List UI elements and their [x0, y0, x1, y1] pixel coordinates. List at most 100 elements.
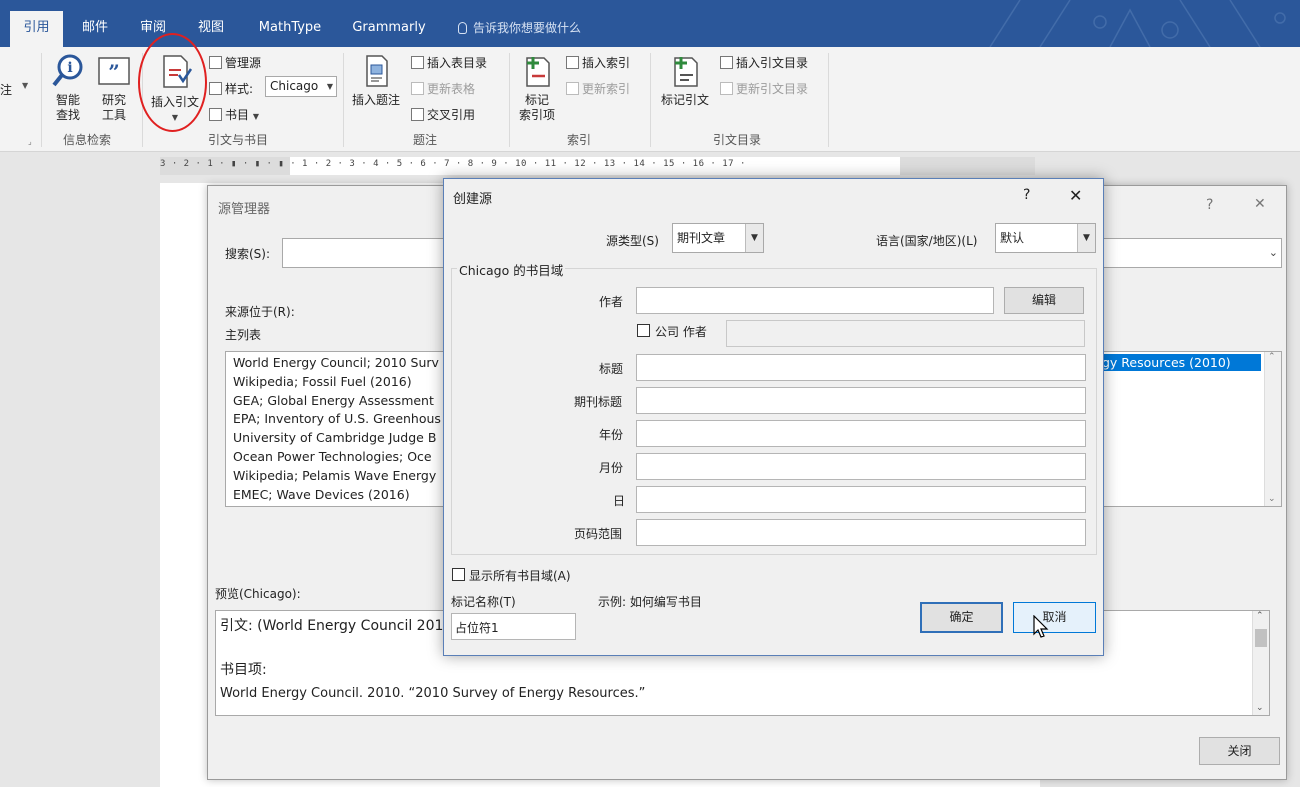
style-label-group: 样式:	[209, 80, 253, 97]
tab-view[interactable]: 视图	[188, 12, 234, 47]
list-item[interactable]: Wikipedia; Pelamis Wave Energy	[233, 467, 447, 486]
chevron-up-icon[interactable]: ⌃	[1256, 611, 1264, 621]
dropdown-arrow-icon[interactable]: ▼	[22, 81, 28, 90]
insert-caption-icon	[366, 55, 388, 87]
scrollbar-thumb[interactable]	[1255, 629, 1267, 647]
tab-mailings[interactable]: 邮件	[72, 12, 118, 47]
insert-table-of-figures-button[interactable]: 插入表目录	[411, 54, 487, 71]
group-label-captions: 题注	[413, 133, 438, 147]
mark-entry-icon	[526, 57, 550, 87]
list-item[interactable]: EMEC; Wave Devices (2016)	[233, 486, 447, 505]
svg-text:i: i	[67, 60, 72, 76]
chevron-down-icon: ▼	[171, 113, 179, 122]
research-label-1: 研究	[101, 93, 126, 107]
current-list[interactable]: gy Resources (2010) ⌃ ⌄	[1101, 351, 1282, 507]
group-label-citations: 引文与书目	[208, 133, 269, 147]
smart-lookup-label-1: 智能	[55, 93, 80, 107]
chevron-up-icon[interactable]: ⌃	[1268, 352, 1276, 362]
insert-index-button[interactable]: 插入索引	[566, 54, 630, 71]
separator	[509, 53, 510, 147]
year-input[interactable]	[636, 420, 1086, 447]
source-type-select[interactable]: 期刊文章 ▼	[672, 223, 764, 253]
researcher-button[interactable]: ” 研究 工具	[92, 53, 136, 123]
insert-table-of-authorities-button[interactable]: 插入引文目录	[720, 54, 808, 71]
quote-icon: ”	[98, 57, 130, 85]
page-range-input[interactable]	[636, 519, 1086, 546]
help-button[interactable]: ?	[1206, 197, 1213, 213]
insert-caption-button[interactable]: 插入题注	[347, 53, 405, 108]
tab-review[interactable]: 审阅	[130, 12, 176, 47]
list-item[interactable]: GEA; Global Energy Assessment	[233, 392, 447, 411]
help-button[interactable]: ?	[1023, 187, 1030, 203]
insert-citation-button[interactable]: 插入引文 ▼	[146, 53, 204, 125]
update-table-button[interactable]: 更新表格	[411, 80, 475, 97]
tell-me-search[interactable]: 告诉我你想要做什么	[458, 12, 581, 47]
separator	[41, 53, 42, 147]
language-label: 语言(国家/地区)(L)	[876, 234, 978, 248]
scrollbar[interactable]: ⌃ ⌄	[1252, 611, 1269, 715]
table-of-authorities-icon	[720, 56, 733, 69]
search-input[interactable]	[282, 238, 445, 268]
tab-mathtype[interactable]: MathType	[248, 12, 332, 47]
citation-style-select[interactable]: Chicago ▼	[265, 76, 337, 97]
group-label-research: 信息检索	[63, 133, 112, 147]
corporate-author-checkbox[interactable]	[637, 324, 650, 337]
corporate-author-input[interactable]	[726, 320, 1085, 347]
horizontal-ruler[interactable]: 3 · 2 · 1 · ▮ · ▮ · ▮ · 1 · 2 · 3 · 4 · …	[160, 157, 1035, 175]
ribbon: 注 ▼ i 智能 查找 ” 研究 工具 信息检索 ⌟ 插入引文 ▼ 管理源 样式…	[0, 47, 1300, 152]
svg-text:”: ”	[108, 60, 120, 84]
list-item[interactable]: Wikipedia; Fossil Fuel (2016)	[233, 373, 447, 392]
scrollbar[interactable]: ⌃ ⌄	[1264, 352, 1281, 506]
insert-citation-label: 插入引文	[150, 95, 199, 109]
cancel-button[interactable]: 取消	[1013, 602, 1096, 633]
chevron-down-icon: ⌄	[1268, 246, 1278, 259]
edit-author-button[interactable]: 编辑	[1004, 287, 1084, 314]
mark-citation-icon	[674, 57, 698, 87]
list-item[interactable]: EPA; Inventory of U.S. Greenhous	[233, 410, 447, 429]
separator	[828, 53, 829, 147]
language-select[interactable]: 默认 ▼	[995, 223, 1096, 253]
tag-name-input[interactable]: 占位符1	[451, 613, 576, 640]
list-item[interactable]: World Energy Council; 2010 Surv	[233, 354, 447, 373]
preview-label: 预览(Chicago):	[215, 587, 301, 601]
mark-entry-label-1: 标记	[524, 93, 549, 107]
chevron-down-icon[interactable]: ⌄	[1256, 703, 1264, 713]
cross-reference-label: 交叉引用	[427, 108, 476, 122]
cross-reference-button[interactable]: 交叉引用	[411, 106, 475, 123]
mark-entry-button[interactable]: 标记 索引项	[512, 53, 562, 123]
smart-lookup-button[interactable]: i 智能 查找	[46, 53, 90, 123]
magnifier-icon: i	[52, 54, 83, 87]
current-list-selected-item[interactable]: gy Resources (2010)	[1102, 354, 1261, 371]
journal-title-input[interactable]	[636, 387, 1086, 414]
close-button[interactable]: 关闭	[1199, 737, 1280, 765]
tab-grammarly[interactable]: Grammarly	[344, 12, 434, 47]
ok-button[interactable]: 确定	[920, 602, 1003, 633]
close-icon[interactable]: ✕	[1254, 196, 1266, 212]
tab-references[interactable]: 引用	[10, 11, 63, 47]
language-value: 默认	[1000, 231, 1025, 245]
lightbulb-icon	[458, 22, 467, 34]
day-input[interactable]	[636, 486, 1086, 513]
list-item[interactable]: University of Cambridge Judge B	[233, 429, 447, 448]
manage-sources-button[interactable]: 管理源	[209, 54, 261, 71]
title-input[interactable]	[636, 354, 1086, 381]
sort-select[interactable]: ⌄	[1101, 238, 1282, 268]
master-list[interactable]: World Energy Council; 2010 Surv Wikipedi…	[225, 351, 447, 507]
list-item[interactable]: Ocean Power Technologies; Oce	[233, 448, 447, 467]
bibliography-button[interactable]: 书目 ▼	[209, 106, 259, 123]
month-label: 月份	[599, 461, 624, 475]
update-index-button[interactable]: 更新索引	[566, 80, 630, 97]
show-all-fields-checkbox[interactable]	[452, 568, 465, 581]
chevron-down-icon[interactable]: ⌄	[1268, 494, 1276, 504]
mark-entry-label-2: 索引项	[518, 108, 555, 122]
update-table-of-authorities-button[interactable]: 更新引文目录	[720, 80, 808, 97]
page-range-label: 页码范围	[574, 527, 623, 541]
month-input[interactable]	[636, 453, 1086, 480]
close-icon[interactable]: ✕	[1069, 186, 1082, 205]
footnote-partial-label[interactable]: 注	[0, 81, 12, 98]
chevron-down-icon: ▼	[1077, 224, 1095, 252]
mark-citation-button[interactable]: 标记引文	[654, 53, 716, 108]
ribbon-tab-bar: 引用 邮件 审阅 视图 MathType Grammarly 告诉我你想要做什么	[0, 0, 1300, 47]
dialog-launcher-icon[interactable]: ⌟	[28, 137, 32, 146]
author-input[interactable]	[636, 287, 994, 314]
